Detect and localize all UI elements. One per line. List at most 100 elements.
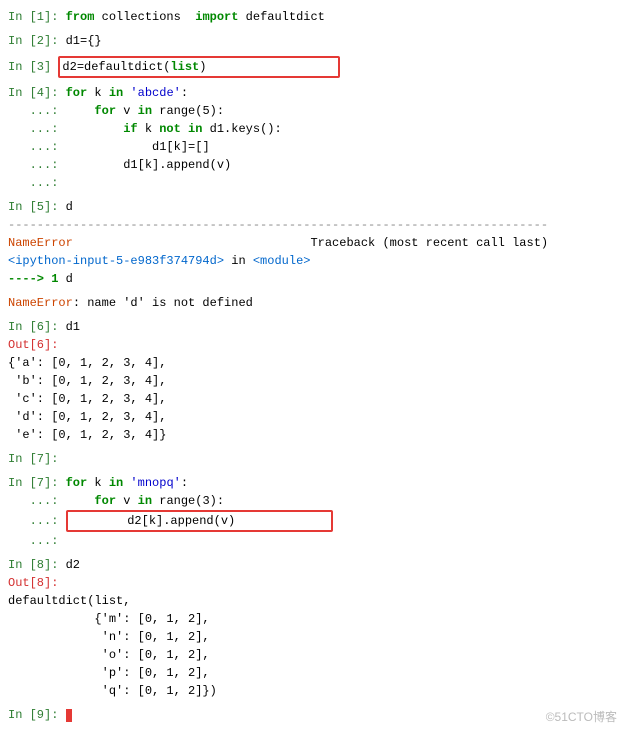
kw-for: for [94, 104, 116, 118]
kw-not-in: not in [159, 122, 202, 136]
code: d1[k]=[] [152, 140, 210, 154]
import-item: defaultdict [238, 10, 324, 24]
out8-l4: 'o': [0, 1, 2], [8, 646, 619, 664]
kw-in: in [138, 494, 152, 508]
prompt-in: In [9]: [8, 708, 66, 722]
var: v [116, 104, 138, 118]
out6-l1: {'a': [0, 1, 2, 3, 4], [8, 354, 619, 372]
out8-l1: defaultdict(list, [8, 592, 619, 610]
loc-mid: in [224, 254, 253, 268]
prompt-out: Out[6]: [8, 338, 58, 352]
prompt-in: In [1]: [8, 10, 66, 24]
cell-in-4-l2: ...: for v in range(5): [8, 102, 619, 120]
error-text: : name 'd' is not defined [73, 296, 253, 310]
out8-l3: 'n': [0, 1, 2], [8, 628, 619, 646]
var: k [87, 86, 109, 100]
cell-in-5: In [5]: d [8, 198, 619, 216]
input-ref: <ipython-input-5-e983f374794d> [8, 254, 224, 268]
cell-in-9[interactable]: In [9]: [8, 706, 619, 724]
traceback-header: NameError Traceback (most recent call la… [8, 234, 619, 252]
call: range(3): [152, 494, 224, 508]
cell-in-6: In [6]: d1 [8, 318, 619, 336]
out8-l5: 'p': [0, 1, 2], [8, 664, 619, 682]
traceback-message: NameError: name 'd' is not defined [8, 294, 619, 312]
out6-l4: 'd': [0, 1, 2, 3, 4], [8, 408, 619, 426]
pad [70, 514, 128, 528]
kw-if: if [123, 122, 137, 136]
kw-in: in [109, 476, 123, 490]
traceback-location: <ipython-input-5-e983f374794d> in <modul… [8, 252, 619, 270]
cell-in-4-l3: ...: if k not in d1.keys(): [8, 120, 619, 138]
kw-in: in [109, 86, 123, 100]
pad [66, 494, 95, 508]
code: d [66, 200, 73, 214]
cell-in-2: In [2]: d1={} [8, 32, 619, 50]
code-post: ) [199, 60, 206, 74]
cell-in-4-l4: ...: d1[k]=[] [8, 138, 619, 156]
colon: : [181, 476, 188, 490]
kw-from: from [66, 10, 95, 24]
cell-in-3: In [3] d2=defaultdict(list) [8, 56, 619, 78]
module-ref: <module> [253, 254, 311, 268]
call: d1.keys(): [202, 122, 281, 136]
arrow-code: d [66, 272, 73, 286]
cell-in-1: In [1]: from collections import defaultd… [8, 8, 619, 26]
prompt-cont: ...: [8, 494, 66, 508]
kw-for: for [66, 86, 88, 100]
kw-in: in [138, 104, 152, 118]
traceback-label: Traceback (most recent call last) [73, 236, 548, 250]
pad [66, 140, 152, 154]
prompt-in: In [8]: [8, 558, 66, 572]
var: k [87, 476, 109, 490]
cell-in-7-l2: ...: for v in range(3): [8, 492, 619, 510]
prompt-in: In [5]: [8, 200, 66, 214]
kw-for: for [94, 494, 116, 508]
code: d1={} [66, 34, 102, 48]
prompt-in: In [2]: [8, 34, 66, 48]
arrow: ----> 1 [8, 272, 66, 286]
traceback-separator: ----------------------------------------… [8, 216, 619, 234]
prompt-in: In [3] [8, 60, 58, 74]
code-arg: list [170, 60, 199, 74]
cell-in-8: In [8]: d2 [8, 556, 619, 574]
string-literal: 'abcde' [123, 86, 181, 100]
out6-l2: 'b': [0, 1, 2, 3, 4], [8, 372, 619, 390]
cell-in-7-l4: ...: [8, 532, 619, 550]
prompt-cont: ...: [8, 122, 66, 136]
cell-in-4-l5: ...: d1[k].append(v) [8, 156, 619, 174]
prompt-cont: ...: [8, 158, 66, 172]
code: d2 [66, 558, 80, 572]
prompt-cont: ...: [8, 176, 66, 190]
colon: : [181, 86, 188, 100]
prompt-in: In [4]: [8, 86, 66, 100]
code-pre: d2=defaultdict( [62, 60, 170, 74]
code: d1 [66, 320, 80, 334]
call: range(5): [152, 104, 224, 118]
cell-in-4-l6: ...: [8, 174, 619, 192]
cell-out-6-prompt: Out[6]: [8, 336, 619, 354]
highlight-box: d2=defaultdict(list) [58, 56, 340, 78]
kw-for: for [66, 476, 88, 490]
prompt-out: Out[8]: [8, 576, 58, 590]
cell-in-7-l1: In [7]: for k in 'mnopq': [8, 474, 619, 492]
highlight-box: d2[k].append(v) [66, 510, 333, 532]
prompt-in: In [7]: [8, 476, 66, 490]
string-literal: 'mnopq' [123, 476, 181, 490]
code: d2[k].append(v) [127, 514, 235, 528]
out8-l2: {'m': [0, 1, 2], [8, 610, 619, 628]
out8-l6: 'q': [0, 1, 2]}) [8, 682, 619, 700]
error-name: NameError [8, 296, 73, 310]
out6-l5: 'e': [0, 1, 2, 3, 4]} [8, 426, 619, 444]
pad [66, 158, 124, 172]
prompt-cont: ...: [8, 534, 66, 548]
prompt-in: In [7]: [8, 452, 58, 466]
var: v [116, 494, 138, 508]
prompt-cont: ...: [8, 104, 66, 118]
error-name: NameError [8, 236, 73, 250]
module-name: collections [94, 10, 195, 24]
watermark: ©51CTO博客 [546, 708, 617, 726]
prompt-in: In [6]: [8, 320, 66, 334]
cursor-icon [66, 709, 72, 722]
var: k [138, 122, 160, 136]
traceback-arrow: ----> 1 d [8, 270, 619, 288]
